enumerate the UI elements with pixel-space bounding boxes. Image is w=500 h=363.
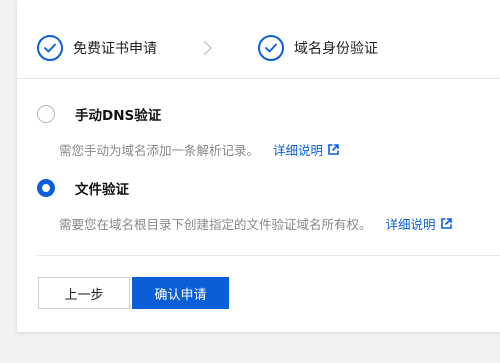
confirm-apply-button[interactable]: 确认申请 xyxy=(132,277,229,309)
option-manual-dns: 手动DNS验证 需您手动为域名添加一条解析记录。 详细说明 xyxy=(37,104,339,159)
radio-row[interactable]: 手动DNS验证 xyxy=(37,104,339,124)
option-file-verification: 文件验证 需要您在域名根目录下创建指定的文件验证域名所有权。 详细说明 xyxy=(37,178,452,233)
check-circle-icon xyxy=(258,35,284,61)
details-link[interactable]: 详细说明 xyxy=(273,140,339,159)
step-label: 域名身份验证 xyxy=(294,41,378,57)
radio-file-verification[interactable] xyxy=(37,179,55,197)
option-title[interactable]: 文件验证 xyxy=(75,178,129,198)
stepper: 免费证书申请 域名身份验证 xyxy=(17,0,500,79)
step-domain-verification: 域名身份验证 xyxy=(258,33,378,63)
radio-manual-dns[interactable] xyxy=(37,105,55,123)
check-circle-icon xyxy=(37,35,63,61)
chevron-right-icon xyxy=(203,40,212,56)
option-title[interactable]: 手动DNS验证 xyxy=(75,104,161,124)
details-link-label[interactable]: 详细说明 xyxy=(273,140,323,159)
option-description: 需要您在域名根目录下创建指定的文件验证域名所有权。 xyxy=(59,217,372,232)
step-label: 免费证书申请 xyxy=(73,41,157,57)
radio-row[interactable]: 文件验证 xyxy=(37,178,452,198)
step-certificate-request: 免费证书申请 xyxy=(37,33,157,63)
option-description-row: 需您手动为域名添加一条解析记录。 详细说明 xyxy=(59,140,339,159)
check-icon xyxy=(44,43,56,53)
check-icon xyxy=(265,43,277,53)
verification-card: 免费证书申请 域名身份验证 手动DNS验证 需您手动为域名添加一条解析记录。 详… xyxy=(17,0,500,332)
external-link-icon[interactable] xyxy=(440,218,452,229)
details-link[interactable]: 详细说明 xyxy=(386,214,452,233)
prev-step-button[interactable]: 上一步 xyxy=(38,277,130,309)
option-description: 需您手动为域名添加一条解析记录。 xyxy=(59,143,260,158)
divider xyxy=(37,255,500,256)
option-description-row: 需要您在域名根目录下创建指定的文件验证域名所有权。 详细说明 xyxy=(59,214,452,233)
details-link-label[interactable]: 详细说明 xyxy=(386,214,436,233)
external-link-icon[interactable] xyxy=(328,144,339,155)
